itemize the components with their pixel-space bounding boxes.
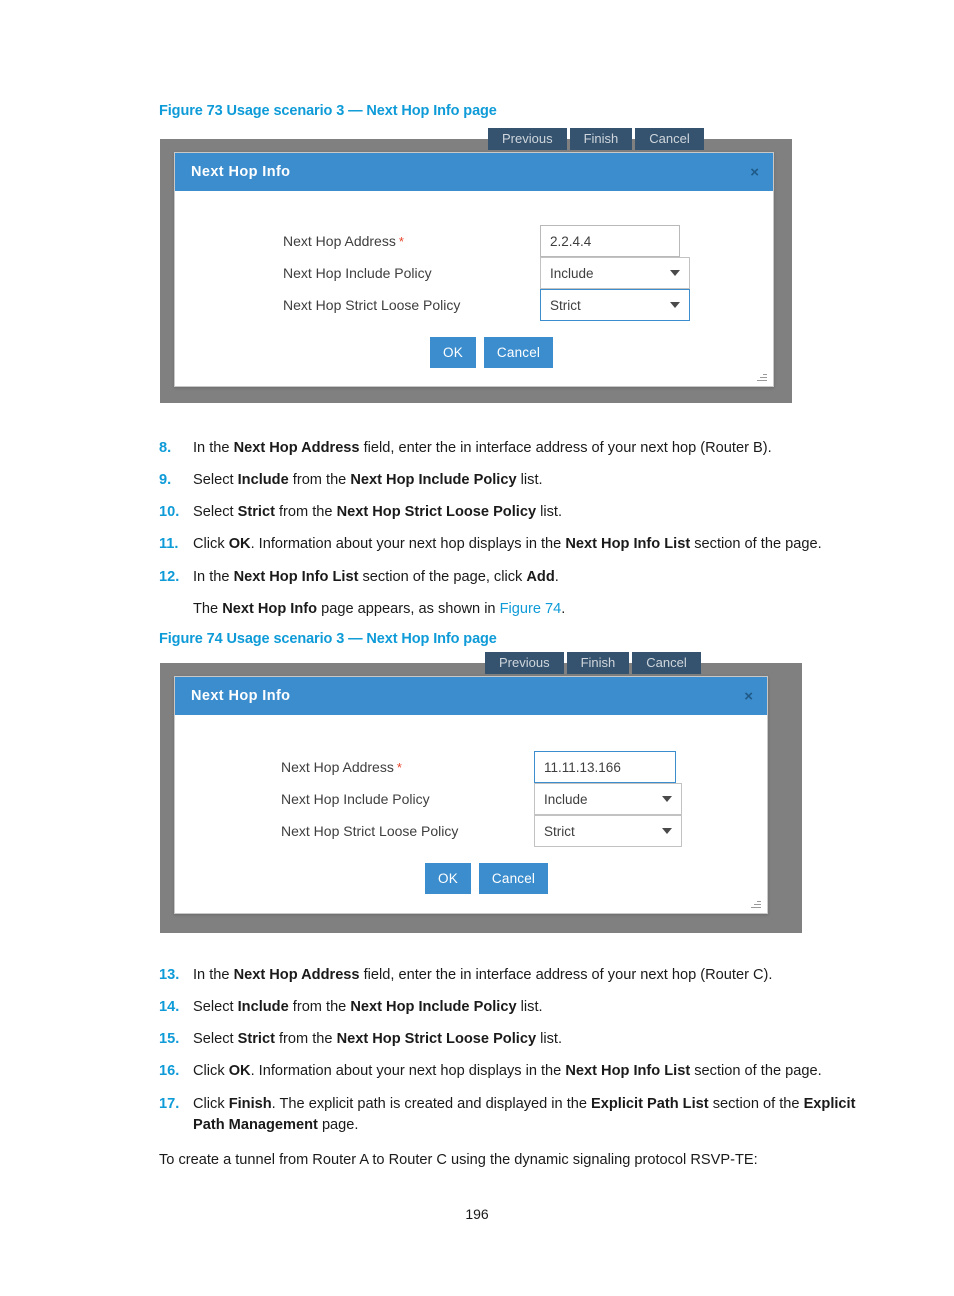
figure-73-screenshot: Previous Finish Cancel Next Hop Info × N… bbox=[160, 128, 792, 403]
next-hop-strict-loose-policy-value: Strict bbox=[550, 297, 581, 313]
dialog-actions: OK Cancel bbox=[425, 863, 549, 894]
list-item: 12. In the Next Hop Info List section of… bbox=[159, 567, 871, 588]
page-number: 196 bbox=[465, 1206, 489, 1222]
figure-73-caption: Figure 73 Usage scenario 3 — Next Hop In… bbox=[159, 103, 497, 119]
dialog-title-text: Next Hop Info bbox=[191, 688, 291, 704]
wizard-finish-button[interactable]: Finish bbox=[566, 652, 630, 674]
next-hop-address-label: Next Hop Address * bbox=[281, 759, 402, 775]
required-asterisk: * bbox=[396, 760, 402, 775]
next-hop-strict-loose-policy-select[interactable]: Strict bbox=[534, 815, 682, 847]
next-hop-address-value: 2.2.4.4 bbox=[550, 233, 592, 249]
step-number: 15. bbox=[159, 1031, 180, 1048]
dialog-body: Next Hop Address * 2.2.4.4 Next Hop Inclu… bbox=[175, 191, 773, 386]
figure-74-caption: Figure 74 Usage scenario 3 — Next Hop In… bbox=[159, 631, 497, 647]
list-item: 15. Select Strict from the Next Hop Stri… bbox=[159, 1029, 871, 1050]
next-hop-include-policy-select[interactable]: Include bbox=[534, 783, 682, 815]
chevron-down-icon bbox=[662, 796, 672, 802]
step-number: 12. bbox=[159, 568, 180, 585]
chevron-down-icon bbox=[670, 302, 680, 308]
step-text: Click Finish. The explicit path is creat… bbox=[193, 1095, 856, 1133]
next-hop-include-policy-label: Next Hop Include Policy bbox=[281, 791, 430, 807]
ok-button[interactable]: OK bbox=[430, 337, 476, 368]
step-number: 9. bbox=[159, 472, 172, 489]
list-item: 17. Click Finish. The explicit path is c… bbox=[159, 1094, 871, 1136]
step-number: 14. bbox=[159, 999, 180, 1016]
step-number: 17. bbox=[159, 1095, 180, 1112]
step-number: 8. bbox=[159, 440, 172, 456]
next-hop-info-dialog-73: Next Hop Info × Next Hop Address * 2.2.4.… bbox=[174, 152, 774, 387]
chevron-down-icon bbox=[662, 828, 672, 834]
steps-list-lower: 13. In the Next Hop Address field, enter… bbox=[159, 965, 871, 1147]
wizard-cancel-button[interactable]: Cancel bbox=[632, 652, 701, 674]
required-asterisk: * bbox=[398, 234, 404, 249]
next-hop-address-label: Next Hop Address * bbox=[283, 233, 404, 249]
step-text: Select Strict from the Next Hop Strict L… bbox=[193, 1031, 563, 1048]
list-item: 9. Select Include from the Next Hop Incl… bbox=[159, 470, 871, 491]
dialog-title-bar: Next Hop Info × bbox=[175, 153, 773, 191]
list-item: 10. Select Strict from the Next Hop Stri… bbox=[159, 502, 871, 523]
next-hop-address-input[interactable]: 2.2.4.4 bbox=[540, 225, 680, 257]
close-icon[interactable]: × bbox=[750, 165, 759, 180]
step-text: In the Next Hop Address field, enter the… bbox=[193, 440, 772, 456]
wizard-finish-button[interactable]: Finish bbox=[569, 128, 633, 150]
wizard-button-bar-73: Previous Finish Cancel bbox=[488, 128, 707, 150]
next-hop-strict-loose-policy-value: Strict bbox=[544, 823, 575, 839]
next-hop-include-policy-value: Include bbox=[544, 791, 588, 807]
ok-button[interactable]: OK bbox=[425, 863, 471, 894]
next-hop-strict-loose-policy-label: Next Hop Strict Loose Policy bbox=[283, 297, 461, 313]
figure-74-crossreference-note: The Next Hop Info page appears, as shown… bbox=[193, 600, 566, 617]
step-number: 13. bbox=[159, 967, 180, 983]
next-hop-strict-loose-policy-label: Next Hop Strict Loose Policy bbox=[281, 823, 459, 839]
list-item: 16. Click OK. Information about your nex… bbox=[159, 1061, 871, 1082]
wizard-cancel-button[interactable]: Cancel bbox=[635, 128, 704, 150]
list-item: 11. Click OK. Information about your nex… bbox=[159, 534, 871, 555]
wizard-previous-button[interactable]: Previous bbox=[485, 652, 564, 674]
step-text: Select Strict from the Next Hop Strict L… bbox=[193, 504, 563, 521]
next-hop-strict-loose-policy-select[interactable]: Strict bbox=[540, 289, 690, 321]
next-hop-address-input[interactable]: 11.11.13.166 bbox=[534, 751, 676, 783]
step-number: 10. bbox=[159, 504, 180, 521]
figure-74-screenshot: Previous Finish Cancel Next Hop Info × N… bbox=[160, 652, 802, 933]
cancel-button[interactable]: Cancel bbox=[478, 863, 549, 894]
step-text: Click OK. Information about your next ho… bbox=[193, 1063, 822, 1080]
dialog-actions: OK Cancel bbox=[430, 337, 554, 368]
resize-grip-icon[interactable] bbox=[757, 371, 767, 381]
next-hop-info-dialog-74: Next Hop Info × Next Hop Address * 11.11.… bbox=[174, 676, 768, 914]
next-hop-include-policy-select[interactable]: Include bbox=[540, 257, 690, 289]
step-text: Select Include from the Next Hop Include… bbox=[193, 999, 543, 1016]
cancel-button[interactable]: Cancel bbox=[483, 337, 554, 368]
list-item: 14. Select Include from the Next Hop Inc… bbox=[159, 997, 871, 1018]
next-hop-include-policy-value: Include bbox=[550, 265, 594, 281]
step-text: Select Include from the Next Hop Include… bbox=[193, 472, 543, 489]
chevron-down-icon bbox=[670, 270, 680, 276]
dialog-body: Next Hop Address * 11.11.13.166 Next Hop … bbox=[175, 715, 767, 913]
dialog-title-bar: Next Hop Info × bbox=[175, 677, 767, 715]
dialog-title-text: Next Hop Info bbox=[191, 164, 291, 180]
document-page: Figure 73 Usage scenario 3 — Next Hop In… bbox=[0, 0, 954, 1296]
step-number: 11. bbox=[159, 536, 179, 553]
wizard-button-bar-74: Previous Finish Cancel bbox=[485, 652, 704, 674]
resize-grip-icon[interactable] bbox=[751, 898, 761, 908]
next-hop-include-policy-label: Next Hop Include Policy bbox=[283, 265, 432, 281]
step-text: Click OK. Information about your next ho… bbox=[193, 536, 822, 553]
step-text: In the Next Hop Info List section of the… bbox=[193, 568, 559, 585]
step-text: In the Next Hop Address field, enter the… bbox=[193, 967, 773, 983]
steps-list-upper: 8. In the Next Hop Address field, enter … bbox=[159, 438, 871, 631]
closing-paragraph: To create a tunnel from Router A to Rout… bbox=[159, 1152, 758, 1168]
close-icon[interactable]: × bbox=[744, 689, 753, 704]
wizard-previous-button[interactable]: Previous bbox=[488, 128, 567, 150]
list-item: 13. In the Next Hop Address field, enter… bbox=[159, 965, 871, 986]
next-hop-address-value: 11.11.13.166 bbox=[544, 759, 621, 775]
step-number: 16. bbox=[159, 1063, 180, 1080]
list-item: 8. In the Next Hop Address field, enter … bbox=[159, 438, 871, 459]
